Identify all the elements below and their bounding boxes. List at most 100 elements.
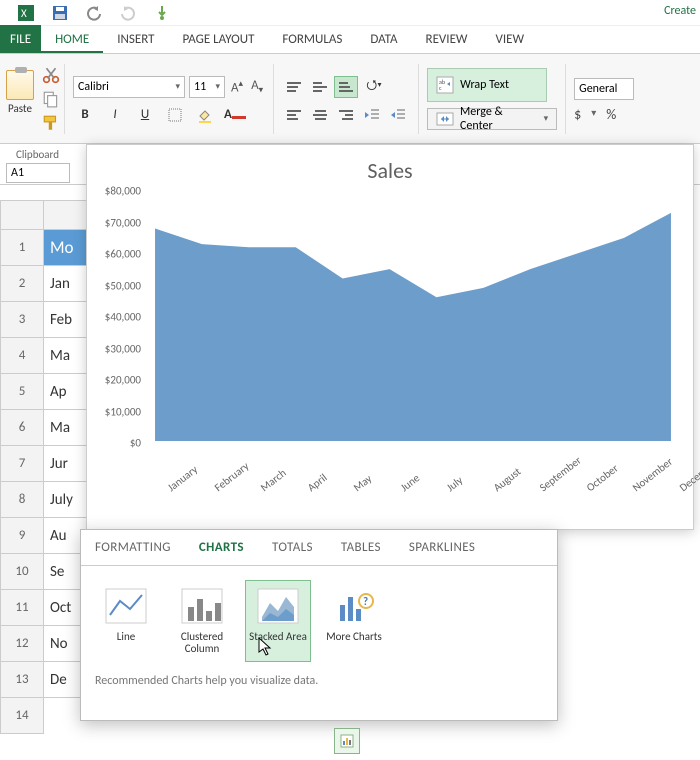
align-left-button[interactable] xyxy=(282,104,306,126)
qa-tab-formatting[interactable]: FORMATTING xyxy=(81,530,185,565)
quick-analysis-smart-tag[interactable] xyxy=(334,728,360,754)
copy-icon[interactable] xyxy=(42,90,60,108)
row-header[interactable]: 12 xyxy=(0,626,44,662)
qa-tab-totals[interactable]: TOTALS xyxy=(258,530,327,565)
percent-format-button[interactable]: % xyxy=(606,106,616,123)
y-axis-tick: $70,000 xyxy=(105,216,141,229)
decrease-indent-button[interactable] xyxy=(360,104,384,126)
orientation-button[interactable]: ⭯▾ xyxy=(360,76,388,98)
align-bottom-button[interactable] xyxy=(334,76,358,98)
y-axis-tick: $80,000 xyxy=(105,185,141,198)
font-name-combo[interactable]: Calibri xyxy=(73,76,185,98)
qa-tab-tables[interactable]: TABLES xyxy=(327,530,395,565)
touch-mode-icon[interactable] xyxy=(154,5,170,21)
border-button[interactable] xyxy=(163,104,187,126)
paste-button[interactable]: Paste xyxy=(6,70,34,132)
x-axis-tick: April xyxy=(305,471,330,494)
y-axis-tick: $50,000 xyxy=(105,279,141,292)
wrap-text-label: Wrap Text xyxy=(460,78,509,92)
font-size-combo[interactable]: 11 xyxy=(189,76,225,98)
y-axis-tick: $30,000 xyxy=(105,342,141,355)
row-header[interactable]: 3 xyxy=(0,302,44,338)
name-box[interactable]: A1 xyxy=(6,163,70,183)
underline-button[interactable]: U xyxy=(133,104,157,126)
qa-option-label: More Charts xyxy=(326,631,382,643)
number-format-combo[interactable]: General xyxy=(574,78,634,100)
create-label: Create xyxy=(664,4,696,18)
qa-option-label: Line xyxy=(117,631,135,643)
x-axis-tick: July xyxy=(444,474,465,495)
align-right-button[interactable] xyxy=(334,104,358,126)
accounting-format-button[interactable]: $ xyxy=(574,106,581,123)
x-axis-tick: February xyxy=(212,459,251,494)
tab-review[interactable]: REVIEW xyxy=(412,26,482,53)
qa-option-line[interactable]: Line xyxy=(93,580,159,662)
mouse-cursor-icon xyxy=(258,637,272,657)
tab-insert[interactable]: INSERT xyxy=(103,26,168,53)
y-axis-tick: $20,000 xyxy=(105,374,141,387)
merge-center-button[interactable]: Merge & Center ▾ xyxy=(427,108,557,130)
row-header[interactable]: 11 xyxy=(0,590,44,626)
row-header[interactable]: 10 xyxy=(0,554,44,590)
qa-option-more-charts[interactable]: ? More Charts xyxy=(321,580,387,662)
y-axis-tick: $0 xyxy=(130,437,141,450)
x-axis-tick: August xyxy=(491,465,523,494)
y-axis-tick: $60,000 xyxy=(105,248,141,261)
row-header[interactable]: 2 xyxy=(0,266,44,302)
chart-title: Sales xyxy=(87,145,693,190)
row-header[interactable]: 1 xyxy=(0,230,44,266)
tab-home[interactable]: HOME xyxy=(41,26,103,53)
area-chart-svg xyxy=(147,191,679,441)
quick-analysis-popup: FORMATTINGCHARTSTOTALSTABLESSPARKLINES L… xyxy=(80,529,558,721)
decrease-font-icon[interactable]: A▾ xyxy=(249,78,265,96)
paste-icon xyxy=(6,70,34,100)
qa-tab-sparklines[interactable]: SPARKLINES xyxy=(395,530,489,565)
qa-option-clustered-column[interactable]: Clustered Column xyxy=(169,580,235,662)
align-middle-button[interactable] xyxy=(308,76,332,98)
chart-type-icon xyxy=(104,587,148,625)
ribbon-tabs: FILE HOME INSERT PAGE LAYOUT FORMULAS DA… xyxy=(0,26,700,54)
excel-icon: X xyxy=(18,5,34,21)
embedded-chart[interactable]: Sales $0$10,000$20,000$30,000$40,000$50,… xyxy=(86,144,694,530)
svg-text:?: ? xyxy=(363,595,368,608)
row-header[interactable]: 6 xyxy=(0,410,44,446)
fill-color-button[interactable] xyxy=(193,104,217,126)
row-header[interactable]: 14 xyxy=(0,698,44,734)
row-header[interactable]: 7 xyxy=(0,446,44,482)
tab-pagelayout[interactable]: PAGE LAYOUT xyxy=(169,26,269,53)
paste-label: Paste xyxy=(8,102,32,115)
font-color-button[interactable]: A xyxy=(223,104,247,126)
chart-type-icon: ? xyxy=(332,587,376,625)
save-icon[interactable] xyxy=(52,5,68,21)
tab-file[interactable]: FILE xyxy=(0,25,41,53)
bold-button[interactable]: B xyxy=(73,104,97,126)
increase-font-icon[interactable]: A▴ xyxy=(229,78,245,95)
x-axis-tick: March xyxy=(258,466,289,494)
x-axis-tick: June xyxy=(398,471,422,494)
merge-icon xyxy=(436,112,454,126)
tab-formulas[interactable]: FORMULAS xyxy=(268,26,356,53)
row-header[interactable]: 4 xyxy=(0,338,44,374)
row-header[interactable]: 5 xyxy=(0,374,44,410)
undo-icon[interactable] xyxy=(86,5,102,21)
x-axis-tick: October xyxy=(584,462,621,495)
select-all-corner[interactable] xyxy=(0,200,44,230)
cut-icon[interactable] xyxy=(42,66,60,84)
x-axis-tick: May xyxy=(351,472,374,494)
italic-button[interactable]: I xyxy=(103,104,127,126)
align-top-button[interactable] xyxy=(282,76,306,98)
qa-tab-charts[interactable]: CHARTS xyxy=(185,530,258,565)
row-header[interactable]: 9 xyxy=(0,518,44,554)
wrap-text-button[interactable]: abc Wrap Text xyxy=(427,68,547,102)
align-center-button[interactable] xyxy=(308,104,332,126)
redo-icon[interactable] xyxy=(120,5,136,21)
format-painter-icon[interactable] xyxy=(42,114,60,132)
tab-data[interactable]: DATA xyxy=(356,26,411,53)
x-axis-tick: November xyxy=(630,455,675,494)
tab-view[interactable]: VIEW xyxy=(482,26,539,53)
row-header[interactable]: 13 xyxy=(0,662,44,698)
increase-indent-button[interactable] xyxy=(386,104,410,126)
qa-option-label: Clustered Column xyxy=(172,631,232,655)
qa-option-stacked-area[interactable]: Stacked Area xyxy=(245,580,311,662)
row-header[interactable]: 8 xyxy=(0,482,44,518)
